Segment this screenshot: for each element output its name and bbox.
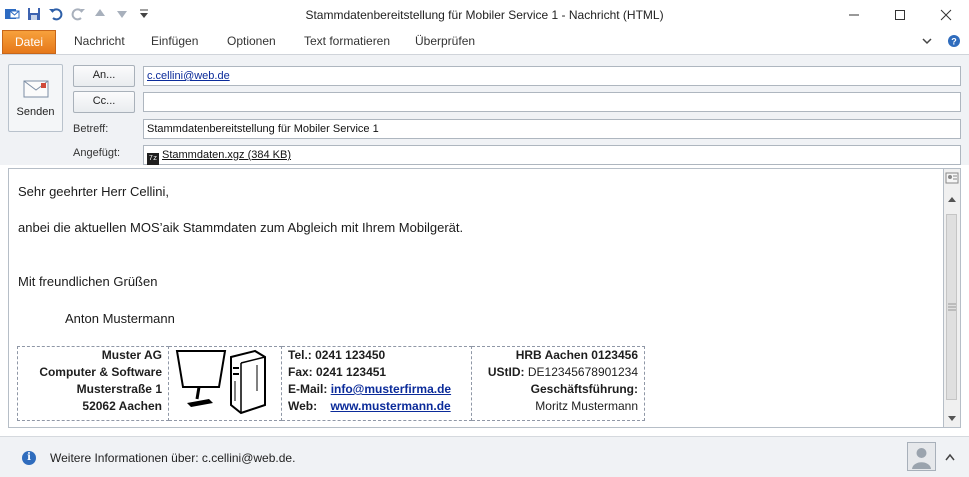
to-field[interactable]: c.cellini@web.de [143, 66, 961, 86]
scroll-down-icon[interactable] [947, 415, 957, 423]
people-pane-bar: i Weitere Informationen über: c.cellini@… [0, 436, 969, 477]
minimize-button[interactable] [831, 0, 877, 30]
closing-text: Mit freundlichen Grüßen [18, 274, 158, 289]
company-street: Musterstraße 1 [76, 382, 162, 396]
grip-icon [948, 303, 956, 311]
send-label: Senden [16, 106, 55, 118]
email-label: E-Mail: [288, 382, 328, 396]
body-scrollbar[interactable] [944, 168, 961, 428]
hrb-text: HRB Aachen 0123456 [515, 348, 638, 362]
company-name: Muster AG [101, 348, 162, 362]
ribbon-tabs: Datei Nachricht Einfügen Optionen Text f… [0, 30, 969, 55]
expand-pane-icon[interactable] [944, 451, 956, 463]
info-icon: i [22, 451, 36, 465]
signature-table: Muster AG Computer & Software Musterstra… [17, 346, 645, 421]
ustid-value: DE12345678901234 [527, 365, 638, 379]
tel-label: Tel.: [288, 348, 312, 362]
info-text: Weitere Informationen über: c.cellini@we… [50, 451, 296, 465]
email-link[interactable]: info@musterfirma.de [331, 382, 451, 396]
ribbon-right-controls: ? [921, 34, 961, 51]
company-city: 52062 Aachen [82, 399, 162, 413]
contact-avatar[interactable] [907, 442, 936, 471]
send-icon [23, 80, 48, 98]
attachment-field[interactable]: 7z Stammdaten.xgz (384 KB) [143, 145, 961, 165]
help-icon[interactable]: ? [947, 34, 961, 51]
greeting-text: Sehr geehrter Herr Cellini, [18, 184, 170, 199]
tab-message[interactable]: Nachricht [74, 30, 125, 54]
logo-cell [168, 346, 282, 421]
title-bar: Stammdatenbereitstellung für Mobiler Ser… [0, 0, 969, 30]
fax-value: 0241 123451 [316, 365, 387, 379]
tab-review[interactable]: Überprüfen [415, 30, 475, 54]
contact-cell: Tel.: 0241 123450 Fax: 0241 123451 E-Mai… [281, 346, 472, 421]
send-button[interactable]: Senden [8, 64, 63, 132]
legal-cell: HRB Aachen 0123456 UStID: DE123456789012… [471, 346, 645, 421]
scroll-thumb[interactable] [946, 214, 957, 400]
window-title: Stammdatenbereitstellung für Mobiler Ser… [305, 8, 664, 22]
attached-label: Angefügt: [73, 147, 121, 159]
company-cell: Muster AG Computer & Software Musterstra… [17, 346, 169, 421]
contact-card-icon[interactable] [945, 171, 959, 185]
web-label: Web: [288, 399, 318, 413]
window-controls [831, 0, 969, 30]
expand-ribbon-icon[interactable] [921, 35, 933, 50]
subject-field[interactable]: Stammdatenbereitstellung für Mobiler Ser… [143, 119, 961, 139]
subject-label: Betreff: [73, 123, 109, 135]
to-button[interactable]: An... [73, 65, 135, 87]
management-label: Geschäftsführung: [530, 382, 638, 396]
archive-icon: 7z [147, 153, 159, 165]
tab-options[interactable]: Optionen [227, 30, 276, 54]
body-line: anbei die aktuellen MOS’aik Stammdaten z… [18, 220, 464, 235]
sender-name: Anton Mustermann [65, 311, 175, 326]
management-name: Moritz Mustermann [535, 399, 638, 413]
person-icon [912, 448, 931, 469]
maximize-button[interactable] [877, 0, 923, 30]
close-button[interactable] [923, 0, 969, 30]
web-link[interactable]: www.mustermann.de [330, 399, 450, 413]
tab-file[interactable]: Datei [2, 30, 56, 54]
company-tagline: Computer & Software [39, 365, 162, 379]
fax-label: Fax: [288, 365, 313, 379]
to-recipient[interactable]: c.cellini@web.de [147, 70, 230, 82]
cc-field[interactable] [143, 92, 961, 112]
tab-insert[interactable]: Einfügen [151, 30, 198, 54]
scroll-up-icon[interactable] [947, 195, 957, 203]
computer-logo [175, 349, 266, 415]
attachment-link[interactable]: Stammdaten.xgz (384 KB) [162, 149, 291, 161]
tel-value: 0241 123450 [315, 348, 386, 362]
svg-text:?: ? [951, 37, 957, 47]
tab-format-text[interactable]: Text formatieren [304, 30, 390, 54]
ustid-label: UStID: [487, 365, 525, 379]
cc-button[interactable]: Cc... [73, 91, 135, 113]
